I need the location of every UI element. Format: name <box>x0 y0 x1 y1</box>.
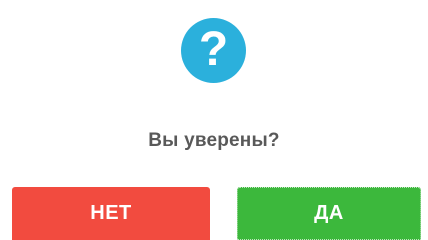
yes-button-label: ДА <box>314 202 344 224</box>
confirm-dialog: ? Вы уверены? НЕТ ДА <box>0 0 428 240</box>
no-button[interactable]: НЕТ <box>12 187 210 240</box>
question-mark-glyph: ? <box>198 22 229 76</box>
question-icon: ? <box>181 18 246 83</box>
yes-button[interactable]: ДА <box>237 187 421 240</box>
no-button-label: НЕТ <box>90 202 132 224</box>
dialog-title: Вы уверены? <box>148 130 280 151</box>
